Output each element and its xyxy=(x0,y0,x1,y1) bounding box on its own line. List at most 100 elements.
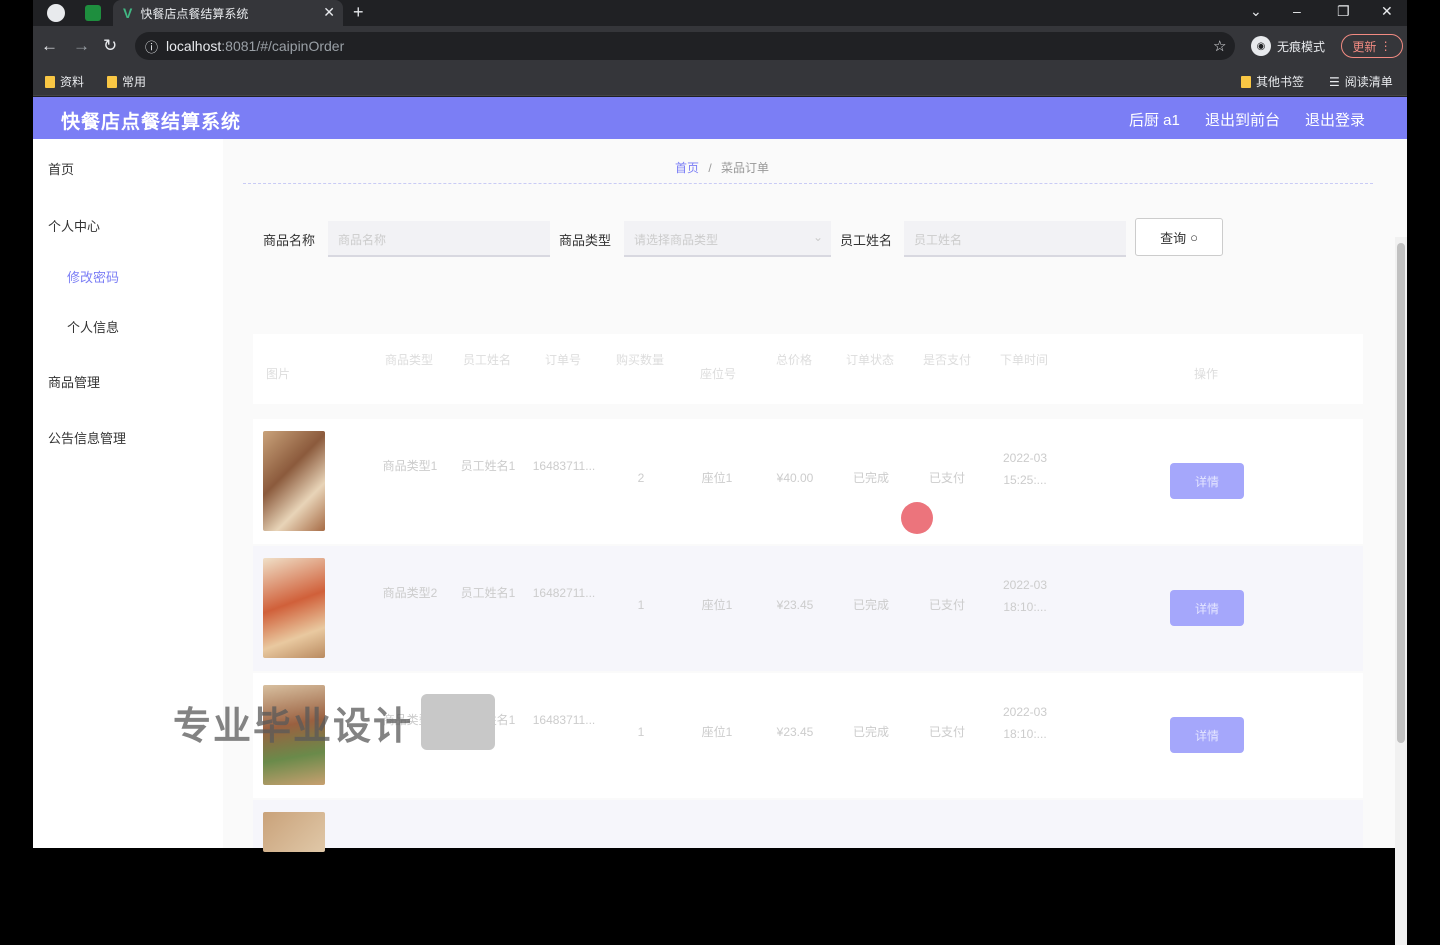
cell-qty: 2 xyxy=(637,471,645,485)
blurred-region xyxy=(421,694,495,750)
scrollbar[interactable] xyxy=(1395,237,1407,945)
detail-button[interactable]: 详情 xyxy=(1170,590,1244,626)
incognito-label: 无痕模式 xyxy=(1277,39,1326,54)
incognito-indicator[interactable]: ◉ 无痕模式 xyxy=(1251,36,1325,56)
cell-order: 16483711... xyxy=(532,713,596,727)
name-input[interactable]: 商品名称 xyxy=(328,221,550,257)
cell-staff: 员工姓名1 xyxy=(460,459,516,473)
th-time: 下单时间 xyxy=(999,353,1048,367)
cell-staff: 员工姓名1 xyxy=(460,586,516,600)
bookmark-label: 资料 xyxy=(60,75,85,89)
reload-icon[interactable]: ↻ xyxy=(103,36,117,56)
cell-status: 已完成 xyxy=(852,725,889,739)
bookmark-label: 阅读清单 xyxy=(1344,75,1393,89)
th-qty: 购买数量 xyxy=(615,353,664,367)
back-arrow-icon[interactable]: ← xyxy=(41,36,58,56)
cell-type: 商品类型2 xyxy=(382,586,438,600)
breadcrumb-current: 菜品订单 xyxy=(721,161,770,175)
incognito-icon: ◉ xyxy=(1251,36,1271,56)
cell-order: 16483711... xyxy=(532,459,596,473)
chevron-down-icon: ⌄ xyxy=(812,230,823,244)
close-window-button[interactable]: ✕ xyxy=(1381,3,1393,20)
url-path: :8081/#/caipinOrder xyxy=(221,38,345,54)
pinned-tab-icon[interactable] xyxy=(85,5,101,21)
front-page-link[interactable]: 退出到前台 xyxy=(1205,109,1280,130)
cell-time: 2022-03 18:10:... xyxy=(1002,578,1048,614)
name-label: 商品名称 xyxy=(263,233,316,248)
cell-status: 已完成 xyxy=(852,598,889,612)
vue-logo-icon: V xyxy=(123,5,133,21)
cell-time: 2022-03 18:10:... xyxy=(1002,705,1048,741)
tab-search-icon[interactable]: ⌄ xyxy=(1250,3,1262,20)
product-image xyxy=(263,812,325,852)
detail-button[interactable]: 详情 xyxy=(1170,717,1244,753)
cursor-highlight xyxy=(901,502,933,534)
sidebar-item-home[interactable]: 首页 xyxy=(48,159,74,178)
cell-seat: 座位1 xyxy=(701,598,733,612)
browser-window: V 快餐店点餐结算系统 ✕ + ⌄ – ❐ ✕ ← → ↻ ⓘ localhos… xyxy=(33,0,1407,945)
tab-active[interactable]: V 快餐店点餐结算系统 ✕ xyxy=(113,0,343,26)
th-seat: 座位号 xyxy=(699,367,736,381)
info-icon[interactable]: ⓘ xyxy=(145,37,158,56)
breadcrumb-separator: / xyxy=(708,161,712,175)
folder-icon xyxy=(107,75,117,88)
type-select-placeholder: 请选择商品类型 xyxy=(634,233,719,247)
cell-status: 已完成 xyxy=(852,471,889,485)
breadcrumb-home[interactable]: 首页 xyxy=(675,161,699,175)
cell-paid: 已支付 xyxy=(928,598,965,612)
folder-icon xyxy=(45,75,55,88)
bookmark-star-icon[interactable]: ☆ xyxy=(1213,37,1226,55)
cell-qty: 1 xyxy=(637,725,645,739)
cell-paid: 已支付 xyxy=(928,725,965,739)
url-host: localhost xyxy=(166,38,222,54)
search-button[interactable]: 查询 ○ xyxy=(1135,218,1223,256)
sidebar-item-product-management[interactable]: 商品管理 xyxy=(48,372,100,391)
minimize-button[interactable]: – xyxy=(1293,3,1301,19)
product-image xyxy=(263,558,325,658)
search-button-label: 查询 xyxy=(1160,230,1187,246)
tab-close-icon[interactable]: ✕ xyxy=(323,4,335,21)
cell-price: ¥23.45 xyxy=(776,598,814,612)
bookmark-label: 常用 xyxy=(122,75,147,89)
bookmarks-bar: 资料 常用 其他书签 ☰ 阅读清单 xyxy=(33,66,1407,96)
table-row-partial xyxy=(253,800,1363,852)
app-header: 快餐店点餐结算系统 后厨 a1 退出到前台 退出登录 xyxy=(33,97,1407,139)
bookmark-folder-2[interactable]: 常用 xyxy=(107,73,146,90)
sidebar-item-notice-management[interactable]: 公告信息管理 xyxy=(48,428,126,447)
breadcrumb: 首页 / 菜品订单 xyxy=(675,159,769,176)
bookmark-label: 其他书签 xyxy=(1256,75,1305,89)
th-order: 订单号 xyxy=(544,353,581,367)
th-paid: 是否支付 xyxy=(922,353,971,367)
detail-button[interactable]: 详情 xyxy=(1170,463,1244,499)
reading-list[interactable]: ☰ 阅读清单 xyxy=(1329,73,1393,90)
table-row: 商品类型1 员工姓名1 16483711... 2 座位1 ¥40.00 已完成… xyxy=(253,419,1363,544)
update-label: 更新 xyxy=(1352,39,1377,54)
watermark-text: 专业毕业设计 xyxy=(173,706,414,748)
cell-price: ¥40.00 xyxy=(776,471,814,485)
sidebar-item-personal-center[interactable]: 个人中心 xyxy=(48,216,100,235)
new-tab-button[interactable]: + xyxy=(353,2,364,23)
tab-title: 快餐店点餐结算系统 xyxy=(140,6,249,21)
product-image xyxy=(263,431,325,531)
address-bar[interactable]: ⓘ localhost:8081/#/caipinOrder xyxy=(135,32,1235,60)
staff-input[interactable]: 员工姓名 xyxy=(904,221,1126,257)
sidebar-item-personal-info[interactable]: 个人信息 xyxy=(67,317,119,336)
reading-list-icon: ☰ xyxy=(1329,74,1340,89)
logout-link[interactable]: 退出登录 xyxy=(1305,109,1365,130)
tab-strip: V 快餐店点餐结算系统 ✕ + ⌄ – ❐ ✕ xyxy=(33,0,1407,26)
bookmark-folder-1[interactable]: 资料 xyxy=(45,73,84,90)
cell-seat: 座位1 xyxy=(701,725,733,739)
update-button[interactable]: 更新 ⋮ xyxy=(1341,34,1403,58)
cell-paid: 已支付 xyxy=(928,471,965,485)
sidebar-item-change-password[interactable]: 修改密码 xyxy=(67,267,119,286)
th-ops: 操作 xyxy=(1193,367,1218,381)
scrollbar-thumb[interactable] xyxy=(1397,243,1405,743)
other-bookmarks[interactable]: 其他书签 xyxy=(1241,73,1304,90)
type-select[interactable]: 请选择商品类型 ⌄ xyxy=(624,221,831,257)
browser-menu-icon[interactable] xyxy=(47,4,65,22)
restore-button[interactable]: ❐ xyxy=(1337,3,1350,20)
table-row: 商品类型2 员工姓名1 16482711... 1 座位1 ¥23.45 已完成… xyxy=(253,546,1363,671)
cell-order: 16482711... xyxy=(532,586,596,600)
forward-arrow-icon[interactable]: → xyxy=(73,36,90,56)
cell-type: 商品类型1 xyxy=(382,459,438,473)
